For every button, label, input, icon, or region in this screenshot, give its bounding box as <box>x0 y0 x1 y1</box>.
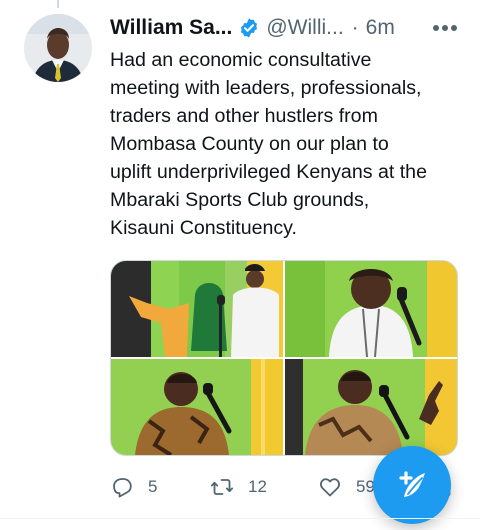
retweet-button[interactable]: 12 <box>210 470 267 504</box>
author-name[interactable]: William Sa... <box>110 16 232 40</box>
compose-tweet-icon <box>399 471 425 497</box>
media-grid <box>110 260 458 456</box>
reply-count: 5 <box>148 477 158 496</box>
media-photo-4[interactable] <box>285 359 457 455</box>
verified-badge-icon <box>241 18 258 38</box>
tweet-header: William Sa... @Willi... · 6m <box>110 12 460 44</box>
timeline-divider <box>0 518 480 519</box>
thread-connector-line <box>57 0 59 8</box>
photo-3-image <box>111 359 283 455</box>
media-photo-1[interactable] <box>111 261 283 357</box>
photo-1-image <box>111 261 283 357</box>
media-photo-2[interactable] <box>285 261 457 357</box>
heart-icon <box>320 478 340 497</box>
reply-button[interactable]: 5 <box>110 470 157 504</box>
more-options-button[interactable] <box>430 16 460 40</box>
compose-tweet-button[interactable] <box>373 446 451 524</box>
photo-2-image <box>285 261 457 357</box>
reply-icon <box>113 478 132 498</box>
avatar-image <box>24 14 92 82</box>
retweet-icon <box>210 479 234 495</box>
tweet-timestamp[interactable]: 6m <box>366 16 395 40</box>
media-photo-3[interactable] <box>111 359 283 455</box>
separator-dot: · <box>351 16 359 39</box>
more-options-icon <box>433 25 457 31</box>
tweet-text: Had an economic consultative meeting wit… <box>110 49 427 239</box>
author-handle[interactable]: @Willi... <box>266 16 343 40</box>
retweet-count: 12 <box>248 477 267 496</box>
avatar[interactable] <box>24 14 92 82</box>
photo-4-image <box>285 359 457 455</box>
like-button[interactable]: 59 <box>318 470 375 504</box>
